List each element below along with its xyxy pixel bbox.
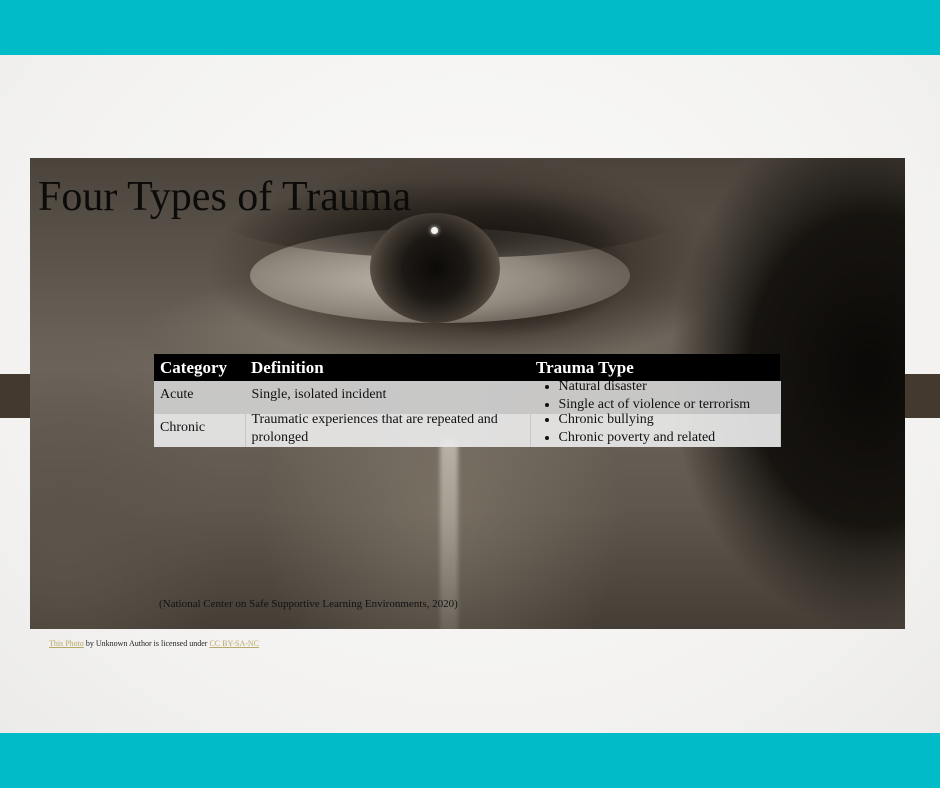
cell-definition: Traumatic experiences that are repeated … [245, 414, 531, 447]
cell-definition: Single, isolated incident [245, 381, 531, 414]
table-header-row: Category Definition Trauma Type [154, 354, 780, 381]
cell-trauma-type: Chronic bullying Chronic poverty and rel… [530, 411, 781, 447]
license-link[interactable]: CC BY-SA-NC [209, 639, 259, 648]
bottom-accent-band [0, 733, 940, 788]
cell-trauma-type: Natural disaster Single act of violence … [530, 378, 781, 414]
table-row: Chronic Traumatic experiences that are r… [154, 411, 781, 447]
slide-title: Four Types of Trauma [38, 174, 412, 220]
list-item: Chronic poverty and related [559, 429, 774, 447]
header-definition: Definition [245, 354, 530, 381]
list-item: Natural disaster [559, 378, 774, 396]
top-accent-band [0, 0, 940, 59]
cell-category: Acute [154, 381, 246, 414]
photo-credit: This Photo by Unknown Author is licensed… [49, 639, 259, 648]
photo-link[interactable]: This Photo [49, 639, 84, 648]
table-row: Acute Single, isolated incident Natural … [154, 378, 781, 414]
citation-text: (National Center on Safe Supportive Lear… [159, 598, 458, 610]
credit-text: by Unknown Author is licensed under [83, 639, 210, 648]
header-category: Category [154, 354, 245, 381]
cell-category: Chronic [154, 414, 246, 447]
trauma-table: Category Definition Trauma Type Acute Si… [154, 354, 781, 447]
header-trauma-type: Trauma Type [530, 354, 780, 381]
right-stripe [905, 374, 940, 418]
left-stripe [0, 374, 30, 418]
eye-glint [431, 227, 438, 234]
list-item: Chronic bullying [559, 411, 774, 429]
